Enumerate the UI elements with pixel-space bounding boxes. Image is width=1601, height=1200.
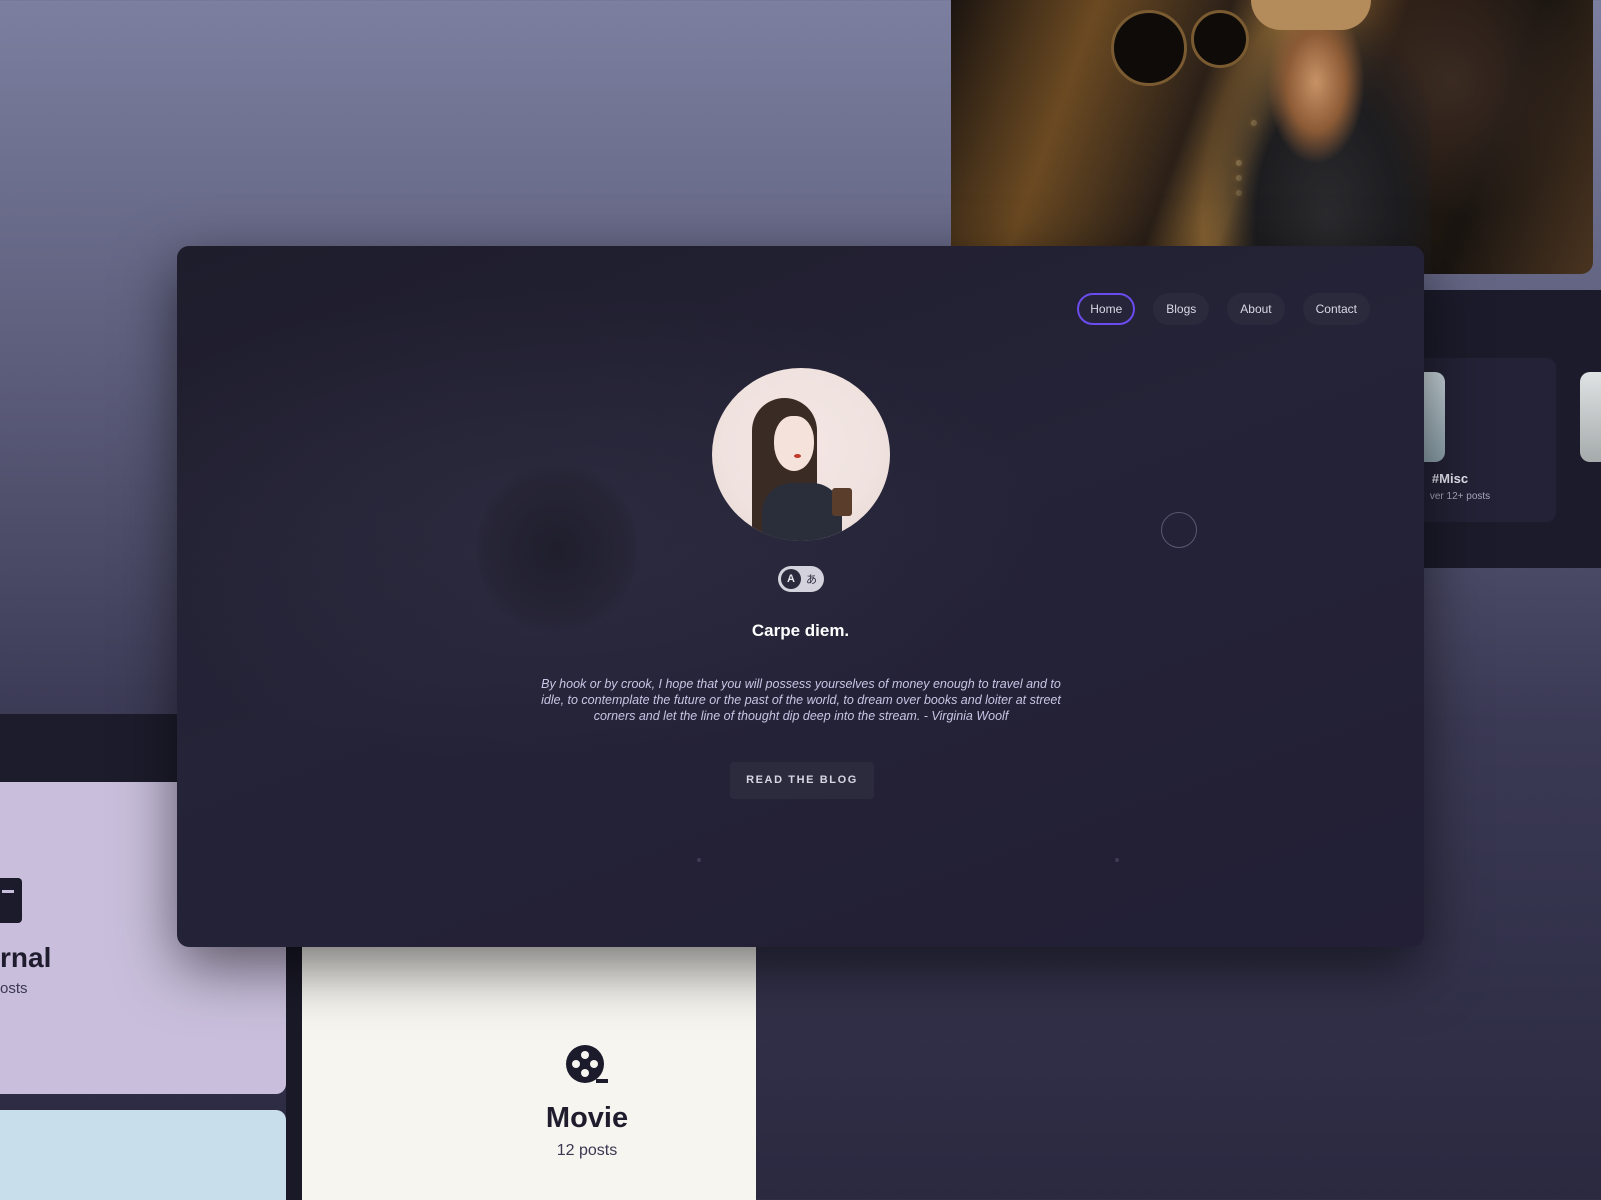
category-strip bbox=[1395, 290, 1601, 568]
nav-home[interactable]: Home bbox=[1077, 293, 1136, 325]
dark-divider bbox=[0, 714, 200, 784]
journal-icon bbox=[0, 878, 22, 923]
category-count: osts bbox=[0, 980, 28, 997]
nav-contact[interactable]: Contact bbox=[1302, 293, 1370, 325]
background-silhouette bbox=[477, 456, 637, 641]
dark-divider bbox=[286, 946, 302, 1200]
main-nav: Home Blogs About Contact bbox=[1077, 293, 1370, 325]
cursor-ring bbox=[1161, 512, 1197, 548]
category-count: 12 posts bbox=[556, 1142, 618, 1159]
language-toggle[interactable]: A あ bbox=[778, 566, 824, 592]
category-count: ver 12+ posts bbox=[1429, 491, 1491, 502]
decor-dot bbox=[697, 858, 701, 862]
person-cap bbox=[1251, 0, 1371, 30]
motto-heading: Carpe diem. bbox=[751, 621, 850, 640]
decor-dot bbox=[1115, 858, 1119, 862]
projector-lens bbox=[1111, 10, 1187, 86]
language-toggle-latin: A bbox=[781, 569, 801, 589]
read-the-blog-button[interactable]: READ THE BLOG bbox=[730, 762, 874, 799]
film-reel-icon bbox=[566, 1045, 608, 1083]
category-card-movie[interactable] bbox=[302, 946, 756, 1200]
person-figure bbox=[1201, 0, 1431, 274]
nav-blogs[interactable]: Blogs bbox=[1153, 293, 1210, 325]
category-thumbnail bbox=[1580, 372, 1601, 462]
nav-about[interactable]: About bbox=[1227, 293, 1285, 325]
language-toggle-kana: あ bbox=[806, 574, 817, 586]
hero-window: Home Blogs About Contact A あ Carpe diem.… bbox=[177, 246, 1424, 947]
projector-photo bbox=[951, 0, 1593, 274]
category-card[interactable] bbox=[0, 1110, 286, 1200]
category-title: rnal bbox=[0, 942, 52, 973]
quote-text: By hook or by crook, I hope that you wil… bbox=[541, 677, 1061, 723]
avatar bbox=[712, 368, 890, 541]
category-title: Movie bbox=[545, 1102, 629, 1134]
